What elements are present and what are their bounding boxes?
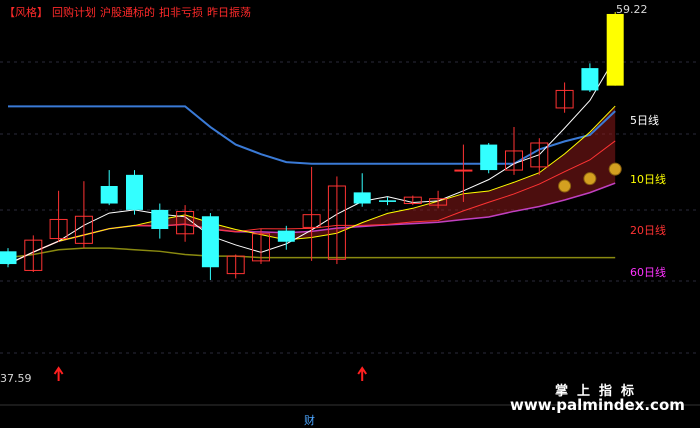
price-grid xyxy=(0,61,700,406)
candle-9 xyxy=(226,254,245,279)
money-bag-icon xyxy=(608,162,622,176)
candle-3 xyxy=(74,181,93,249)
candle-24 xyxy=(606,12,624,86)
blue-line xyxy=(8,105,616,165)
ma60-label: 60日线 xyxy=(630,266,666,279)
candle-body xyxy=(201,216,219,268)
candle-0 xyxy=(0,248,17,268)
low-price-label: 37.59 xyxy=(0,372,32,385)
candle-4 xyxy=(100,170,118,206)
ma20-label: 20日线 xyxy=(630,224,666,237)
candle-16 xyxy=(403,195,422,206)
candle-body xyxy=(353,192,371,204)
candle-body xyxy=(100,186,118,204)
signal-tag-loss[interactable]: 扣非亏损 xyxy=(159,6,203,19)
style-tag[interactable]: 【风格】 xyxy=(4,6,48,19)
candle-body xyxy=(151,209,169,230)
money-bag-icon xyxy=(583,172,597,186)
watermark-url: www.palmindex.com xyxy=(510,396,685,414)
candle-body xyxy=(606,13,624,86)
candle-6 xyxy=(151,203,169,239)
coin-body xyxy=(558,179,572,193)
coin-body xyxy=(608,162,622,176)
signal-tag-shanghai-connect[interactable]: 沪股通标的 xyxy=(100,6,155,19)
candle-body xyxy=(454,169,473,172)
ma5-label: 5日线 xyxy=(630,114,659,127)
money-bag-icon xyxy=(558,179,572,193)
high-price-label: 59.22 xyxy=(616,3,648,16)
arrow-shape xyxy=(53,366,64,381)
signal-tag-oscillation[interactable]: 昨日振荡 xyxy=(207,6,251,19)
candle-body xyxy=(379,200,396,202)
finance-report-marker[interactable]: 财 xyxy=(304,412,315,428)
coin-body xyxy=(583,172,597,186)
signal-tag-buyback[interactable]: 回购计划 xyxy=(52,6,96,19)
candle-13 xyxy=(327,176,346,265)
candle-12 xyxy=(302,166,321,261)
candle-body xyxy=(581,68,599,91)
candle-19 xyxy=(480,142,498,174)
ma10-label: 10日线 xyxy=(630,173,666,186)
candle-14 xyxy=(353,173,371,207)
candle-2 xyxy=(49,190,68,242)
buy-arrow-icon xyxy=(53,366,64,381)
buy-arrow-icon xyxy=(357,366,368,381)
candle-body xyxy=(0,251,17,265)
arrow-shape xyxy=(357,366,368,381)
candle-23 xyxy=(581,63,599,93)
candle-10 xyxy=(252,229,270,265)
candle-8 xyxy=(201,213,219,280)
candles xyxy=(0,12,624,280)
candle-5 xyxy=(126,170,143,215)
candle-body xyxy=(480,144,498,171)
candlestick-chart[interactable] xyxy=(0,0,700,427)
candle-body xyxy=(277,230,295,242)
candle-body xyxy=(126,174,143,210)
signal-tags: 【风格】 回购计划 沪股通标的 扣非亏损 昨日振荡 xyxy=(4,4,255,20)
candle-22 xyxy=(555,82,574,113)
